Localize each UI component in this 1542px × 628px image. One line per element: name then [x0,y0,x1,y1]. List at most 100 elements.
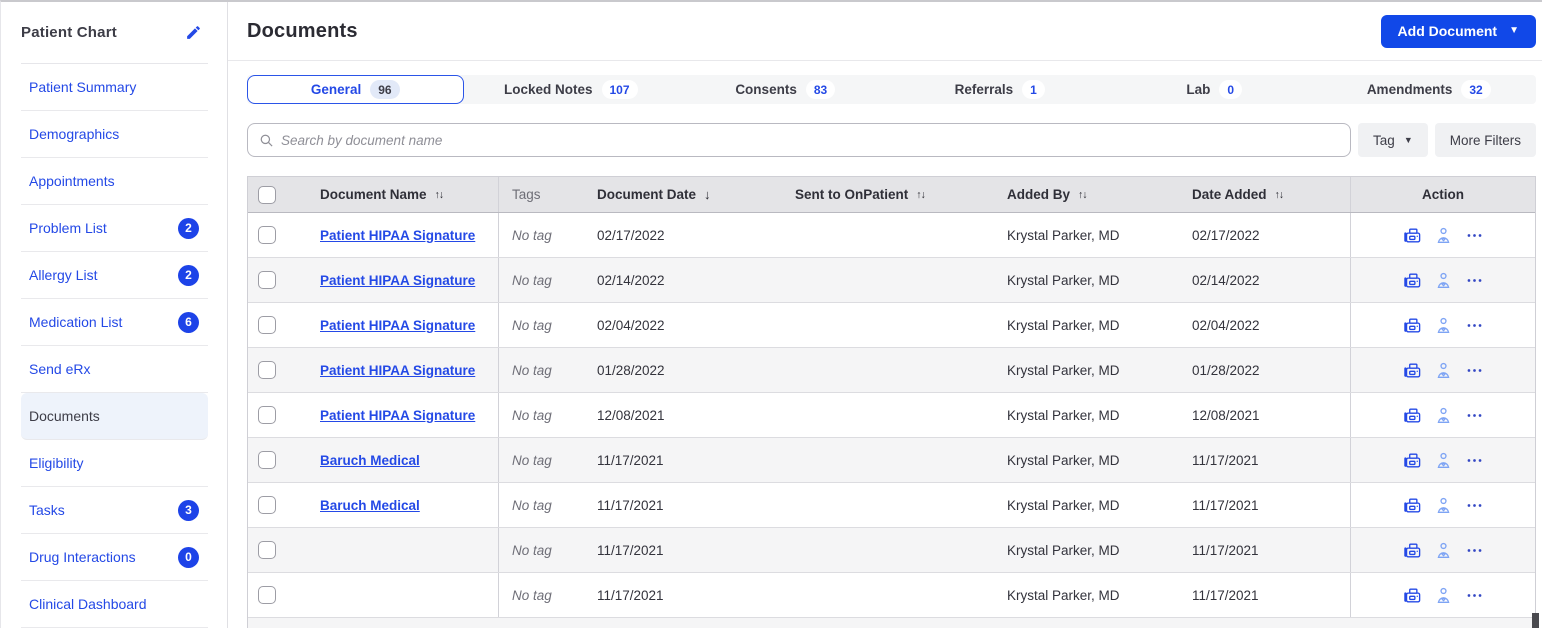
tab-amendments[interactable]: Amendments 32 [1322,75,1537,104]
row-checkbox[interactable] [258,451,276,469]
document-name-cell: Patient HIPAA Signature [302,258,499,302]
sidebar-item-demographics[interactable]: Demographics [21,111,208,158]
date-added-value: 11/17/2021 [1192,452,1259,468]
date-added-value: 02/14/2022 [1192,272,1260,288]
table-row: Patient HIPAA Signature No tag 02/17/2022 K… [248,213,1535,258]
date-added-cell: 11/17/2021 [1182,573,1350,617]
fax-icon[interactable] [1403,271,1422,290]
onpatient-icon[interactable] [1434,271,1453,290]
tab-lab[interactable]: Lab 0 [1107,75,1322,104]
fax-icon[interactable] [1403,406,1422,425]
tab-count-badge: 0 [1219,80,1243,99]
tags-cell: No tag [499,573,587,617]
fax-icon[interactable] [1403,496,1422,515]
row-checkbox[interactable] [258,271,276,289]
select-all-checkbox[interactable] [258,185,276,204]
document-name-link[interactable]: Patient HIPAA Signature [320,363,475,378]
tab-referrals[interactable]: Referrals 1 [893,75,1108,104]
sidebar-item-send-erx[interactable]: Send eRx [21,346,208,393]
tab-label: Locked Notes [503,82,593,97]
sidebar-item-label: Tasks [29,502,65,518]
column-header-sent-to-onpatient[interactable]: Sent to OnPatient ↑↓ [782,177,997,212]
more-actions-icon[interactable] [1465,226,1484,245]
sidebar-item-medication-list[interactable]: Medication List 6 [21,299,208,346]
more-actions-icon[interactable] [1465,271,1484,290]
fax-icon[interactable] [1403,586,1422,605]
tab-general[interactable]: General 96 [247,75,464,104]
sidebar-nav: Patient Summary Demographics Appointments P… [21,64,208,628]
sidebar-item-appointments[interactable]: Appointments [21,158,208,205]
date-added-value: 11/17/2021 [1192,497,1259,513]
document-name-link[interactable]: Patient HIPAA Signature [320,228,475,243]
more-actions-icon[interactable] [1465,451,1484,470]
fax-icon[interactable] [1403,316,1422,335]
search-input[interactable] [281,132,1340,148]
document-name-link[interactable]: Patient HIPAA Signature [320,408,475,423]
document-name-link[interactable]: Patient HIPAA Signature [320,318,475,333]
column-header-label: Tags [512,187,541,202]
row-checkbox[interactable] [258,586,276,604]
row-checkbox[interactable] [258,541,276,559]
more-filters-button[interactable]: More Filters [1434,123,1536,157]
column-header-document-name[interactable]: Document Name ↑↓ [302,177,499,212]
onpatient-icon[interactable] [1434,496,1453,515]
sidebar-item-label: Eligibility [29,455,84,471]
tab-count-badge: 1 [1022,80,1045,99]
document-name-link[interactable]: Baruch Medical [320,498,420,513]
fax-icon[interactable] [1403,226,1422,245]
document-name-link[interactable]: Patient HIPAA Signature [320,273,475,288]
onpatient-icon[interactable] [1434,541,1453,560]
more-actions-icon[interactable] [1465,316,1484,335]
fax-icon[interactable] [1403,541,1422,560]
tab-locked-notes[interactable]: Locked Notes 107 [464,75,679,104]
sidebar-item-clinical-dashboard[interactable]: Clinical Dashboard [21,581,208,628]
row-checkbox[interactable] [258,406,276,424]
sidebar-item-tasks[interactable]: Tasks 3 [21,487,208,534]
scrollbar-thumb[interactable] [1532,613,1539,628]
onpatient-icon[interactable] [1434,406,1453,425]
column-header-tags: Tags [499,177,587,212]
onpatient-icon[interactable] [1434,226,1453,245]
sidebar-item-drug-interactions[interactable]: Drug Interactions 0 [21,534,208,581]
fax-icon[interactable] [1403,361,1422,380]
more-actions-icon[interactable] [1465,541,1484,560]
add-document-button[interactable]: Add Document ▼ [1380,14,1536,48]
sent-to-onpatient-cell [782,303,997,347]
onpatient-icon[interactable] [1434,316,1453,335]
onpatient-icon[interactable] [1434,586,1453,605]
sidebar-item-eligibility[interactable]: Eligibility [21,440,208,487]
more-actions-icon[interactable] [1465,361,1484,380]
sidebar-item-label: Allergy List [29,267,98,283]
column-header-added-by[interactable]: Added By ↑↓ [997,177,1182,212]
document-name-link[interactable]: Baruch Medical [320,453,420,468]
count-badge: 2 [178,264,199,286]
more-actions-icon[interactable] [1465,406,1484,425]
sidebar-item-patient-summary[interactable]: Patient Summary [21,64,208,111]
sidebar-item-problem-list[interactable]: Problem List 2 [21,205,208,252]
more-actions-icon[interactable] [1465,496,1484,515]
row-checkbox[interactable] [258,226,276,244]
fax-icon[interactable] [1403,451,1422,470]
column-header-date-added[interactable]: Date Added ↑↓ [1182,177,1350,212]
edit-pencil-icon[interactable] [185,24,202,41]
onpatient-icon[interactable] [1434,451,1453,470]
tab-consents[interactable]: Consents 83 [678,75,893,104]
more-actions-icon[interactable] [1465,586,1484,605]
sidebar-item-allergy-list[interactable]: Allergy List 2 [21,252,208,299]
column-header-document-date[interactable]: Document Date ↓ [587,177,782,212]
tag-value: No tag [512,362,552,378]
row-checkbox[interactable] [258,316,276,334]
onpatient-icon[interactable] [1434,361,1453,380]
date-added-value: 11/17/2021 [1192,587,1259,603]
search-box[interactable] [247,123,1352,157]
sidebar-item-documents[interactable]: Documents [21,393,208,440]
row-checkbox[interactable] [258,361,276,379]
tag-filter-button[interactable]: Tag ▼ [1358,123,1428,157]
document-date-value: 11/17/2021 [597,587,664,603]
document-tabs: General 96 Locked Notes 107 Consents 83 Referr… [247,75,1536,104]
tags-cell: No tag [499,213,587,257]
row-checkbox[interactable] [258,496,276,514]
count-badge: 2 [178,217,199,239]
sent-to-onpatient-cell [782,213,997,257]
action-cell [1350,303,1535,347]
